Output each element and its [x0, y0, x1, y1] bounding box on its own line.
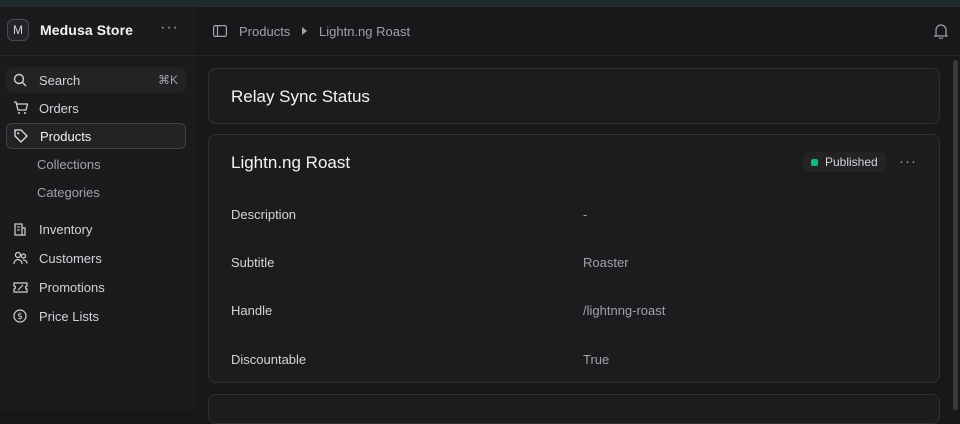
- sidebar-item-orders[interactable]: Orders: [6, 95, 186, 121]
- sidebar-divider: [0, 55, 196, 56]
- field-label: Subtitle: [231, 255, 275, 270]
- sidebar-item-collections[interactable]: Collections: [37, 157, 101, 172]
- store-switcher[interactable]: M Medusa Store ···: [7, 17, 189, 43]
- tag-icon: [13, 128, 29, 144]
- field-label: Handle: [231, 303, 273, 318]
- top-bar: Products Lightn.ng Roast: [196, 7, 960, 56]
- field-label: Description: [231, 207, 297, 222]
- sidebar-item-label: Orders: [39, 100, 79, 116]
- product-general-card: Lightn.ng Roast Published ··· Descriptio…: [208, 134, 940, 383]
- breadcrumb-products[interactable]: Products: [239, 24, 290, 39]
- search-button[interactable]: Search ⌘K: [6, 67, 186, 93]
- svg-text:$: $: [17, 312, 23, 322]
- sidebar-item-label: Inventory: [39, 221, 93, 237]
- bell-icon[interactable]: [933, 23, 949, 40]
- field-value: /lightnng-roast: [583, 303, 666, 318]
- sidebar-item-price-lists[interactable]: $ Price Lists: [6, 303, 186, 329]
- dollar-circle-icon: $: [12, 308, 28, 324]
- top-strip: [0, 0, 960, 7]
- next-card: [208, 394, 940, 424]
- breadcrumb-chevron-icon: [302, 27, 307, 35]
- store-more-icon[interactable]: ···: [160, 17, 179, 39]
- sidebar-item-categories[interactable]: Categories: [37, 185, 100, 200]
- sidebar-item-label: Promotions: [39, 279, 105, 295]
- sidebar-item-label: Price Lists: [39, 308, 99, 324]
- users-icon: [12, 250, 28, 266]
- field-label: Discountable: [231, 352, 307, 367]
- main-scrollbar[interactable]: [953, 60, 958, 410]
- status-badge: Published: [803, 152, 886, 172]
- search-label: Search: [39, 72, 81, 88]
- search-shortcut: ⌘K: [157, 73, 178, 87]
- ticket-icon: [12, 279, 28, 295]
- store-avatar: M: [7, 19, 29, 41]
- relay-sync-title: Relay Sync Status: [231, 87, 370, 106]
- field-value: -: [583, 207, 588, 222]
- building-icon: [12, 221, 28, 237]
- sidebar-item-products[interactable]: Products: [6, 123, 186, 149]
- sidebar-item-label: Customers: [39, 250, 102, 266]
- relay-sync-card: Relay Sync Status: [208, 68, 940, 124]
- cart-icon: [12, 100, 28, 116]
- sidebar-toggle-icon[interactable]: [213, 24, 228, 38]
- field-value: True: [583, 352, 610, 367]
- search-icon: [12, 72, 28, 88]
- breadcrumb-current: Lightn.ng Roast: [319, 24, 411, 39]
- status-label: Published: [825, 155, 878, 169]
- product-title: Lightn.ng Roast: [231, 153, 351, 172]
- sidebar-item-customers[interactable]: Customers: [6, 245, 186, 271]
- status-dot: [811, 158, 818, 166]
- sidebar-item-inventory[interactable]: Inventory: [6, 216, 186, 242]
- product-actions-icon[interactable]: ···: [899, 152, 917, 172]
- sidebar-item-label: Products: [40, 128, 92, 144]
- store-name: Medusa Store: [40, 22, 133, 38]
- sidebar: M Medusa Store ··· Search ⌘K Orders Prod…: [0, 7, 196, 410]
- field-value: Roaster: [583, 255, 629, 270]
- sidebar-item-promotions[interactable]: Promotions: [6, 274, 186, 300]
